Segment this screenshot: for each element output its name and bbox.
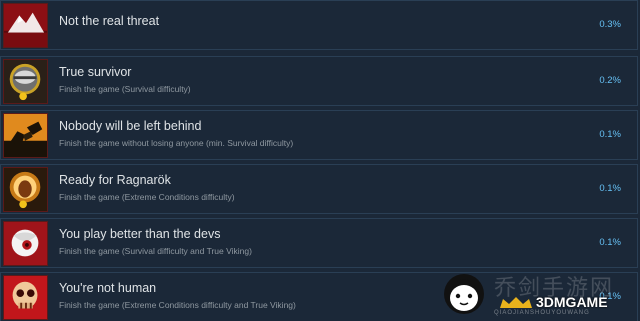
achievement-percent: 0.2% xyxy=(599,75,621,86)
achievement-name: You play better than the devs xyxy=(59,227,221,241)
achievement-row[interactable]: Nobody will be left behind Finish the ga… xyxy=(0,110,638,160)
achievement-description: Finish the game (Survival difficulty and… xyxy=(59,246,252,256)
achievement-percent: 0.1% xyxy=(599,183,621,194)
achievement-name: True survivor xyxy=(59,65,132,79)
achievement-name: Nobody will be left behind xyxy=(59,119,202,133)
achievement-percent: 0.1% xyxy=(599,291,621,302)
achievement-row[interactable]: Ready for Ragnarök Finish the game (Extr… xyxy=(0,164,638,214)
achievement-percent: 0.3% xyxy=(599,19,621,30)
achievement-list: Not the real threat 0.3% True survivor F… xyxy=(0,0,640,321)
achievement-description: Finish the game (Extreme Conditions diff… xyxy=(59,300,296,310)
achievement-description: Finish the game (Extreme Conditions diff… xyxy=(59,192,235,202)
achievement-name: Not the real threat xyxy=(59,14,160,28)
achievement-row[interactable]: Not the real threat 0.3% xyxy=(0,0,638,50)
achievement-percent: 0.1% xyxy=(599,237,621,248)
skull-icon xyxy=(3,275,48,320)
helmet-icon xyxy=(3,59,48,104)
achievement-description: Finish the game (Survival difficulty) xyxy=(59,84,191,94)
achievement-row[interactable]: True survivor Finish the game (Survival … xyxy=(0,56,638,106)
achievement-row[interactable]: You're not human Finish the game (Extrem… xyxy=(0,272,638,321)
viking-icon xyxy=(3,167,48,212)
achievement-row[interactable]: You play better than the devs Finish the… xyxy=(0,218,638,268)
hands-icon xyxy=(3,113,48,158)
achievement-name: Ready for Ragnarök xyxy=(59,173,171,187)
achievement-name: You're not human xyxy=(59,281,157,295)
achievement-description: Finish the game without losing anyone (m… xyxy=(59,138,294,148)
eye-icon xyxy=(3,221,48,266)
mountain-icon xyxy=(3,3,48,48)
achievement-percent: 0.1% xyxy=(599,129,621,140)
